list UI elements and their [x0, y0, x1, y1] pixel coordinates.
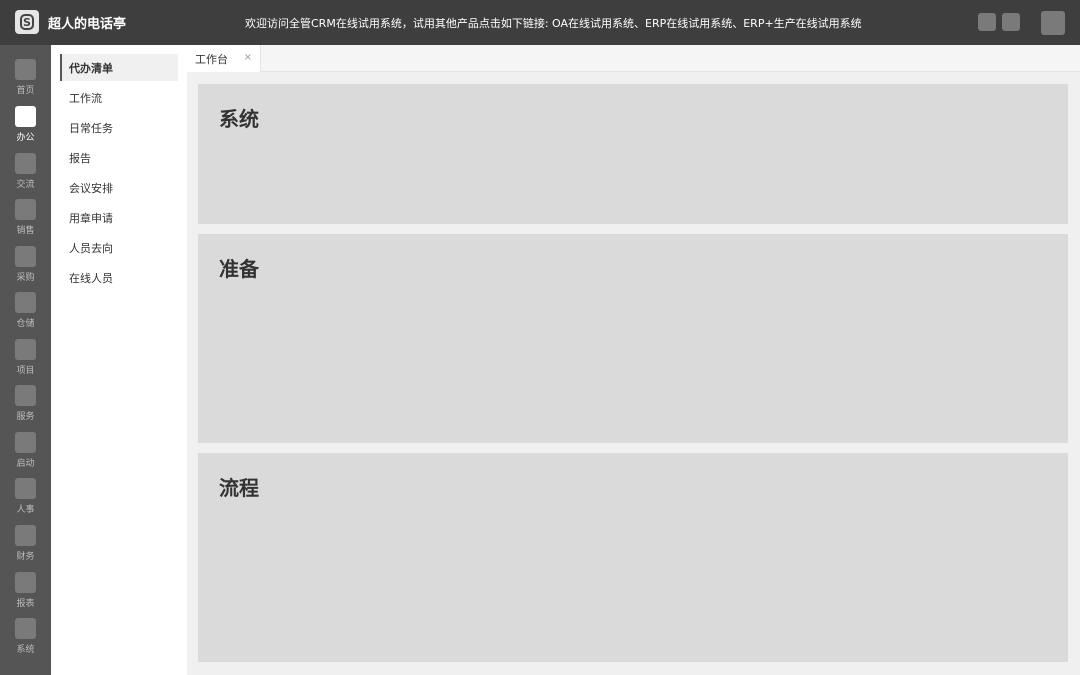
people-icon: [15, 478, 36, 499]
rail-item-label: 系统: [16, 645, 35, 655]
rail-item-home[interactable]: 首页: [0, 59, 51, 105]
rail-item-hr[interactable]: 人事: [0, 478, 51, 524]
office-icon: [15, 106, 36, 127]
close-icon[interactable]: ×: [244, 53, 252, 63]
rail-item-label: 报表: [16, 599, 35, 609]
avatar[interactable]: [1041, 11, 1065, 35]
rail-item-purchase[interactable]: 采购: [0, 246, 51, 292]
panel-process: 流程: [198, 453, 1068, 662]
rail-item-office[interactable]: 办公: [0, 106, 51, 152]
rail-item-warehouse[interactable]: 仓储: [0, 292, 51, 338]
warehouse-icon: [15, 292, 36, 313]
announcement-banner[interactable]: 欢迎访问全管CRM在线试用系统，试用其他产品点击如下链接: OA在线试用系统、E…: [245, 15, 862, 31]
s-logo-icon: S: [20, 14, 34, 30]
gear-icon: [15, 618, 36, 639]
submenu-item-staff-whereabouts[interactable]: 人员去向: [60, 234, 178, 261]
tab-label: 工作台: [195, 52, 228, 66]
submenu-item-workflow[interactable]: 工作流: [60, 84, 178, 111]
message-icon[interactable]: [1002, 13, 1020, 31]
top-bar: S 超人的电话亭 欢迎访问全管CRM在线试用系统，试用其他产品点击如下链接: O…: [0, 0, 1080, 45]
rail-item-label: 交流: [16, 180, 35, 190]
service-icon: [15, 385, 36, 406]
rail-item-label: 启动: [16, 459, 35, 469]
submenu-item-reports[interactable]: 报告: [60, 144, 178, 171]
report-icon: [15, 572, 36, 593]
rail-item-label: 采购: [16, 273, 35, 283]
submenu-item-online-users[interactable]: 在线人员: [60, 264, 178, 291]
submenu-item-todo[interactable]: 代办清单: [60, 54, 178, 81]
rail-item-label: 仓储: [16, 319, 35, 329]
submenu-item-daily-tasks[interactable]: 日常任务: [60, 114, 178, 141]
rail-item-communication[interactable]: 交流: [0, 153, 51, 199]
sales-icon: [15, 199, 36, 220]
rail-item-sales[interactable]: 销售: [0, 199, 51, 245]
launch-icon: [15, 432, 36, 453]
rail-item-label: 人事: [16, 505, 35, 515]
notification-icon[interactable]: [978, 13, 996, 31]
submenu-item-seal-request[interactable]: 用章申请: [60, 204, 178, 231]
rail-item-service[interactable]: 服务: [0, 385, 51, 431]
rail-item-label: 项目: [16, 366, 35, 376]
secondary-menu: 代办清单 工作流 日常任务 报告 会议安排 用章申请 人员去向 在线人员: [51, 45, 187, 675]
panel-system: 系统: [198, 84, 1068, 224]
tab-workbench[interactable]: 工作台 ×: [187, 45, 261, 72]
panel-title: 准备: [219, 257, 259, 281]
home-icon: [15, 59, 36, 80]
panel-title: 流程: [219, 476, 259, 500]
rail-item-label: 财务: [16, 552, 35, 562]
rail-item-project[interactable]: 项目: [0, 339, 51, 385]
rail-item-label: 首页: [16, 86, 35, 96]
rail-item-reports[interactable]: 报表: [0, 572, 51, 618]
rail-item-label: 办公: [16, 133, 35, 143]
rail-item-finance[interactable]: 财务: [0, 525, 51, 571]
tab-bar: 工作台 ×: [187, 45, 1080, 72]
finance-icon: [15, 525, 36, 546]
app-title: 超人的电话亭: [48, 17, 127, 32]
chat-icon: [15, 153, 36, 174]
submenu-item-meetings[interactable]: 会议安排: [60, 174, 178, 201]
module-rail: 首页 办公 交流 销售 采购 仓储 项目 服务 启动 人事 财务 报表 系统: [0, 45, 51, 675]
project-icon: [15, 339, 36, 360]
rail-item-label: 销售: [16, 226, 35, 236]
panel-preparation: 准备: [198, 234, 1068, 443]
rail-item-system[interactable]: 系统: [0, 618, 51, 664]
rail-item-label: 服务: [16, 412, 35, 422]
cart-icon: [15, 246, 36, 267]
panel-title: 系统: [219, 107, 259, 131]
app-logo-icon[interactable]: S: [15, 10, 39, 34]
rail-item-launch[interactable]: 启动: [0, 432, 51, 478]
